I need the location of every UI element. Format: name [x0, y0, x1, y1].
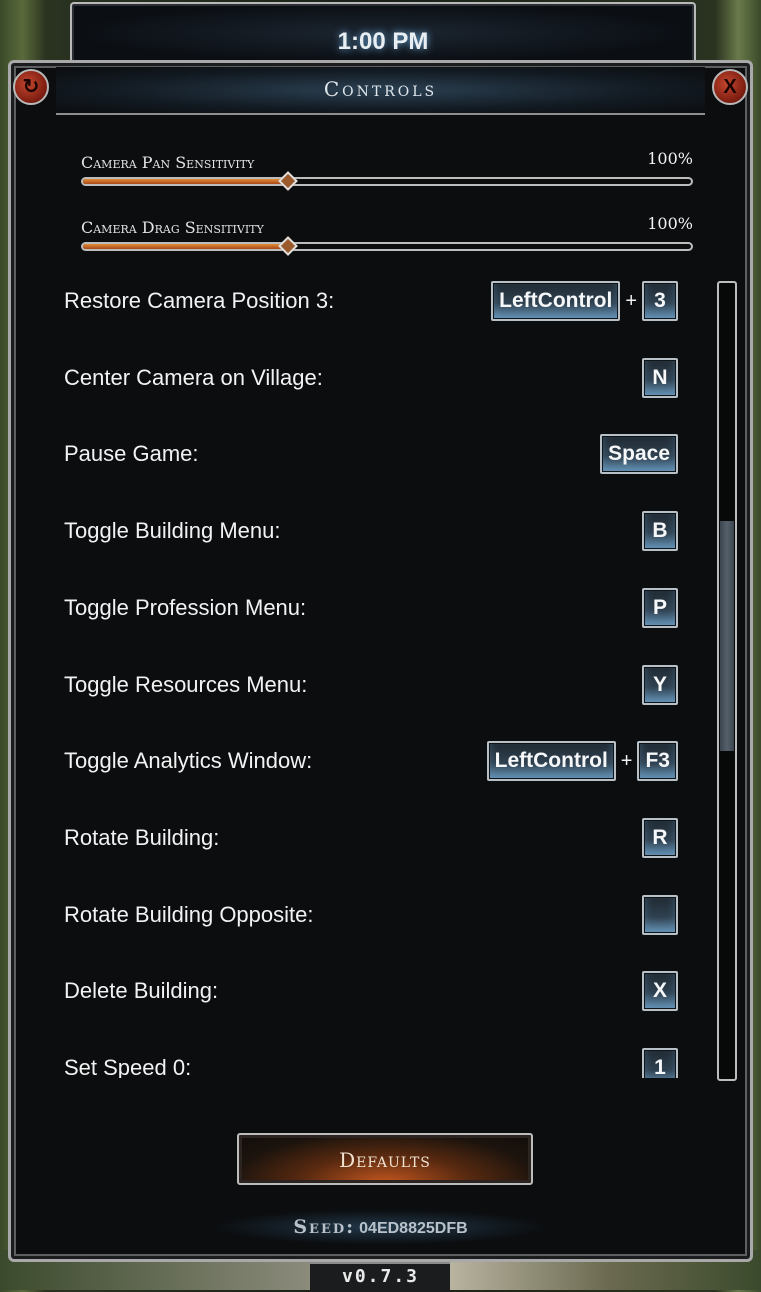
seed-value: 04ED8825DFB — [359, 1220, 468, 1237]
keybinding-row: Toggle Resources Menu: Y — [64, 662, 686, 722]
key-button[interactable]: LeftControl — [486, 741, 616, 782]
close-button[interactable]: X — [712, 69, 748, 105]
key-button[interactable] — [642, 894, 678, 935]
key-button[interactable]: X — [642, 971, 678, 1012]
key-button[interactable]: LeftControl — [491, 281, 621, 321]
keybinding-row: Toggle Profession Menu: P — [64, 585, 686, 645]
keybinding-keys: R — [642, 815, 678, 861]
keybinding-label: Set Speed 0: — [64, 1055, 192, 1078]
keybinding-label: Rotate Building Opposite: — [64, 901, 314, 927]
keybinding-keys — [642, 892, 678, 938]
defaults-button[interactable]: Defaults — [237, 1133, 533, 1185]
keybinding-label: Toggle Profession Menu: — [64, 594, 307, 620]
keybinding-row: Set Speed 0: 1 — [64, 1045, 686, 1078]
keybinding-list: Restore Camera Position 3: LeftControl +3 C… — [64, 278, 686, 1078]
key-button[interactable]: R — [642, 817, 678, 858]
keybinding-row: Delete Building: X — [64, 968, 686, 1028]
keybinding-keys: LeftControl + F3 — [486, 738, 678, 784]
keybinding-row: Rotate Building Opposite: — [64, 892, 686, 952]
key-button[interactable]: 3 — [642, 281, 678, 321]
keybinding-row: Rotate Building: R — [64, 815, 686, 875]
seed-display: Seed: 04ED8825DFB — [211, 1209, 550, 1245]
keybinding-keys: Space — [600, 431, 678, 477]
slider-label: Camera Pan Sensitivity — [81, 153, 255, 172]
slider-value: 100% — [647, 149, 693, 168]
keybinding-keys: Y — [642, 662, 678, 708]
keybinding-label: Delete Building: — [64, 978, 219, 1004]
keybinding-label: Toggle Resources Menu: — [64, 671, 308, 697]
keybinding-keys: X — [642, 968, 678, 1014]
version-text: v0.7.3 — [341, 1266, 420, 1287]
slider-label: Camera Drag Sensitivity — [81, 218, 264, 237]
slider-track[interactable] — [81, 177, 693, 186]
keybinding-label: Toggle Building Menu: — [64, 518, 281, 544]
seed-label: Seed: — [293, 1216, 356, 1238]
slider-value: 100% — [647, 214, 693, 233]
keybinding-row: Restore Camera Position 3: LeftControl +3 — [64, 278, 686, 338]
key-button[interactable]: F3 — [637, 741, 678, 782]
plus-sign: + — [620, 749, 633, 772]
keybinding-label: Center Camera on Village: — [64, 364, 323, 390]
panel-title-bar: Controls — [56, 67, 705, 115]
slider-handle[interactable] — [277, 171, 298, 191]
slider-track[interactable] — [81, 242, 693, 251]
keybinding-row: Toggle Building Menu: B — [64, 508, 686, 568]
keybinding-keys: 1 — [642, 1045, 678, 1078]
slider-fill — [83, 244, 289, 249]
key-button[interactable]: Space — [600, 434, 678, 475]
keybinding-row: Center Camera on Village: N — [64, 355, 686, 415]
keybinding-row: Toggle Analytics Window: LeftControl + F3 — [64, 738, 686, 798]
key-button[interactable]: 1 — [642, 1048, 678, 1078]
plus-sign: + — [625, 289, 637, 312]
keybinding-label: Rotate Building: — [64, 824, 220, 850]
defaults-button-label: Defaults — [339, 1148, 431, 1172]
keybinding-label: Restore Camera Position 3: — [64, 288, 335, 313]
scrollbar[interactable] — [717, 281, 737, 1081]
key-button[interactable]: B — [642, 511, 678, 552]
game-time: 1:00 PM — [337, 28, 429, 55]
key-button[interactable]: Y — [642, 664, 678, 705]
controls-panel: Controls ↻ X Camera Pan Sensitivity 100% C… — [8, 60, 753, 1262]
panel-title: Controls — [323, 77, 438, 101]
keybinding-keys: N — [642, 355, 678, 401]
slider-handle[interactable] — [277, 236, 298, 256]
keybinding-keys: LeftControl +3 — [491, 278, 678, 324]
keybinding-keys: P — [642, 585, 678, 631]
key-button[interactable]: N — [642, 357, 678, 398]
undo-icon[interactable]: ↻ — [13, 69, 49, 105]
time-display-bar: 1:00 PM — [70, 2, 696, 62]
keybinding-keys: B — [642, 508, 678, 554]
keybinding-row: Pause Game: Space — [64, 431, 686, 491]
keybinding-label: Toggle Analytics Window: — [64, 748, 313, 774]
key-button[interactable]: P — [642, 587, 678, 628]
keybinding-label: Pause Game: — [64, 441, 199, 467]
scrollbar-thumb[interactable] — [720, 520, 734, 751]
slider-fill — [83, 179, 289, 184]
